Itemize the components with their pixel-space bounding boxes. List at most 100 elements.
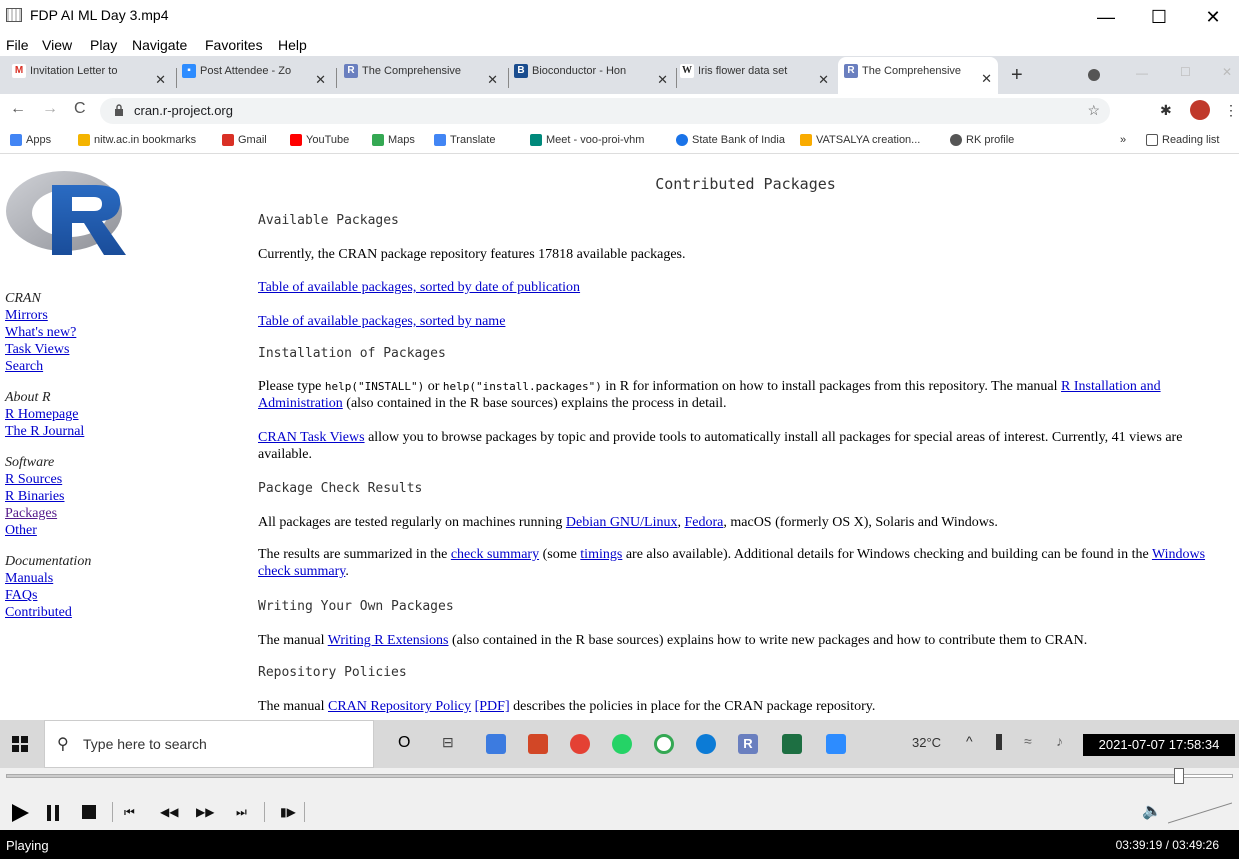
menu-dots-icon[interactable]: ⋮ — [1224, 102, 1238, 119]
bookmarks-overflow[interactable]: » — [1120, 134, 1126, 146]
rstudio-icon[interactable]: R — [738, 734, 758, 754]
weather-temperature[interactable]: 32°C — [912, 735, 941, 750]
menu-file[interactable]: File — [6, 37, 29, 53]
windows-start-icon[interactable] — [12, 736, 28, 752]
taskbar-search-box[interactable]: ⚲ Type here to search — [44, 720, 374, 768]
next-icon[interactable]: ⏭ — [236, 800, 247, 824]
task-view-icon[interactable]: ⊟ — [442, 734, 454, 751]
volume-icon[interactable]: 🔈 — [1142, 800, 1162, 824]
close-tab-icon[interactable]: ✕ — [315, 72, 326, 88]
whatsapp-icon[interactable] — [612, 734, 632, 754]
close-tab-icon[interactable]: ✕ — [657, 72, 668, 88]
menu-play[interactable]: Play — [90, 37, 117, 53]
stop-icon[interactable] — [82, 805, 96, 819]
sidebar-link-mirrors[interactable]: Mirrors — [5, 307, 91, 324]
sidebar-link-r-homepage[interactable]: R Homepage — [5, 406, 91, 423]
wifi-icon[interactable]: ≈ — [1024, 733, 1032, 749]
link-check-summary[interactable]: check summary — [451, 547, 539, 562]
seek-thumb[interactable] — [1174, 768, 1184, 784]
previous-icon[interactable]: ⏮ — [124, 800, 135, 824]
reading-list-button[interactable]: Reading list — [1146, 134, 1219, 147]
sidebar-link-faqs[interactable]: FAQs — [5, 587, 91, 604]
bookmark-nitw[interactable]: nitw.ac.in bookmarks — [78, 134, 196, 147]
sidebar-link-manuals[interactable]: Manuals — [5, 570, 91, 587]
pause-icon[interactable] — [46, 805, 60, 821]
tray-chevron-icon[interactable]: ^ — [966, 733, 973, 749]
bookmark-sbi[interactable]: State Bank of India — [676, 134, 785, 147]
sidebar-link-r-sources[interactable]: R Sources — [5, 471, 91, 488]
bookmark-apps[interactable]: Apps — [10, 134, 51, 147]
minimize-button[interactable]: — — [1083, 0, 1129, 34]
bookmark-youtube[interactable]: YouTube — [290, 134, 349, 147]
cortana-icon[interactable]: O — [398, 734, 410, 752]
tab-cran-1[interactable]: R The Comprehensive ✕ — [344, 64, 504, 94]
tab-bioconductor[interactable]: B Bioconductor - Hon ✕ — [514, 64, 674, 94]
link-debian[interactable]: Debian GNU/Linux — [566, 515, 678, 530]
sidebar-link-r-journal[interactable]: The R Journal — [5, 423, 91, 440]
bookmark-translate[interactable]: Translate — [434, 134, 495, 147]
volume-tray-icon[interactable]: ♪ — [1056, 733, 1063, 749]
seek-track[interactable] — [6, 774, 1233, 778]
menu-favorites[interactable]: Favorites — [205, 37, 263, 53]
profile-avatar[interactable] — [1190, 100, 1210, 120]
bookmark-rk-profile[interactable]: RK profile — [950, 134, 1014, 147]
minimize-browser-icon[interactable]: — — [1136, 66, 1148, 80]
bookmark-gmail[interactable]: Gmail — [222, 134, 267, 147]
link-table-by-name[interactable]: Table of available packages, sorted by n… — [258, 314, 505, 329]
reload-icon[interactable]: C — [74, 100, 86, 118]
forward-icon[interactable]: → — [42, 100, 58, 118]
link-timings[interactable]: timings — [580, 547, 622, 562]
volume-slider[interactable] — [1168, 802, 1232, 824]
close-tab-icon[interactable]: ✕ — [487, 72, 498, 88]
link-table-by-date[interactable]: Table of available packages, sorted by d… — [258, 280, 580, 295]
link-fedora[interactable]: Fedora — [684, 515, 723, 530]
close-tab-icon[interactable]: ✕ — [155, 72, 166, 88]
tab-search-icon[interactable] — [1088, 69, 1100, 81]
excel-icon[interactable] — [782, 734, 802, 754]
chrome-icon[interactable] — [570, 734, 590, 754]
file-explorer-icon[interactable] — [486, 734, 506, 754]
sidebar-link-whats-new[interactable]: What's new? — [5, 324, 91, 341]
zoom-app-icon[interactable] — [826, 734, 846, 754]
sidebar-link-contributed[interactable]: Contributed — [5, 604, 91, 621]
battery-icon[interactable] — [996, 734, 1002, 750]
menu-view[interactable]: View — [42, 37, 72, 53]
edge-icon[interactable] — [696, 734, 716, 754]
sidebar-link-task-views[interactable]: Task Views — [5, 341, 91, 358]
fast-forward-icon[interactable]: ▶▶ — [196, 800, 214, 824]
bookmark-maps[interactable]: Maps — [372, 134, 415, 147]
close-tab-icon[interactable]: ✕ — [981, 71, 992, 87]
bookmark-star-icon[interactable]: ☆ — [1087, 102, 1100, 119]
back-icon[interactable]: ← — [10, 100, 26, 118]
tab-invitation-letter[interactable]: M Invitation Letter to ✕ — [12, 64, 172, 94]
tab-iris-dataset[interactable]: W Iris flower data set ✕ — [680, 64, 835, 94]
link-cran-task-views[interactable]: CRAN Task Views — [258, 430, 365, 445]
play-icon[interactable] — [10, 803, 30, 823]
sidebar-link-other[interactable]: Other — [5, 522, 91, 539]
link-writing-r-extensions[interactable]: Writing R Extensions — [328, 633, 449, 648]
new-tab-icon[interactable]: + — [1011, 64, 1023, 87]
link-cran-repository-policy[interactable]: CRAN Repository Policy — [328, 699, 471, 714]
sidebar-link-search[interactable]: Search — [5, 358, 91, 375]
rewind-icon[interactable]: ◀◀ — [160, 800, 178, 824]
bookmark-vatsalya[interactable]: VATSALYA creation... — [800, 134, 920, 147]
tab-post-attendee[interactable]: ▪ Post Attendee - Zo ✕ — [182, 64, 332, 94]
sidebar-link-r-binaries[interactable]: R Binaries — [5, 488, 91, 505]
link-policy-pdf[interactable]: [PDF] — [475, 699, 510, 714]
close-button[interactable]: ✕ — [1190, 0, 1236, 34]
seek-bar[interactable] — [0, 768, 1239, 794]
address-bar[interactable]: cran.r-project.org ☆ — [100, 98, 1110, 124]
menu-navigate[interactable]: Navigate — [132, 37, 187, 53]
close-browser-icon[interactable]: ✕ — [1222, 65, 1232, 79]
menu-help[interactable]: Help — [278, 37, 307, 53]
powerpoint-icon[interactable] — [528, 734, 548, 754]
extensions-icon[interactable]: ✱ — [1160, 102, 1172, 119]
close-tab-icon[interactable]: ✕ — [818, 72, 829, 88]
maximize-browser-icon[interactable]: ☐ — [1180, 65, 1191, 79]
browser-circle-icon[interactable] — [654, 734, 674, 754]
frame-step-icon[interactable]: ▮▶ — [280, 800, 296, 824]
tab-cran-active[interactable]: R The Comprehensive ✕ — [838, 57, 998, 94]
maximize-button[interactable]: ☐ — [1136, 0, 1182, 34]
sidebar-link-packages[interactable]: Packages — [5, 505, 91, 522]
bookmark-meet[interactable]: Meet - voo-proi-vhm — [530, 134, 644, 147]
